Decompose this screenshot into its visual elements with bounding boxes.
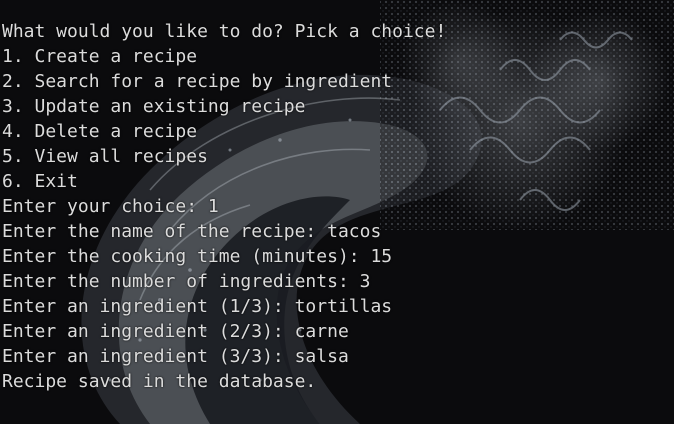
menu-option-update: 3. Update an existing recipe — [2, 96, 306, 117]
ingredient-line: Enter an ingredient (2/3): carne — [2, 321, 349, 342]
terminal-output: What would you like to do? Pick a choice… — [2, 19, 446, 394]
ingredient-count-line: Enter the number of ingredients: 3 — [2, 271, 371, 292]
menu-option-create: 1. Create a recipe — [2, 46, 198, 67]
ingredient-line: Enter an ingredient (3/3): salsa — [2, 346, 349, 367]
choice-input-line: Enter your choice: 1 — [2, 196, 219, 217]
menu-option-delete: 4. Delete a recipe — [2, 121, 198, 142]
recipe-name-line: Enter the name of the recipe: tacos — [2, 221, 382, 242]
prompt-line: What would you like to do? Pick a choice… — [2, 21, 447, 42]
menu-option-exit: 6. Exit — [2, 171, 78, 192]
ingredient-line: Enter an ingredient (1/3): tortillas — [2, 296, 393, 317]
menu-option-view-all: 5. View all recipes — [2, 146, 208, 167]
cooking-time-line: Enter the cooking time (minutes): 15 — [2, 246, 393, 267]
menu-option-search: 2. Search for a recipe by ingredient — [2, 71, 393, 92]
status-message: Recipe saved in the database. — [2, 371, 317, 392]
terminal-window[interactable]: What would you like to do? Pick a choice… — [0, 0, 674, 424]
